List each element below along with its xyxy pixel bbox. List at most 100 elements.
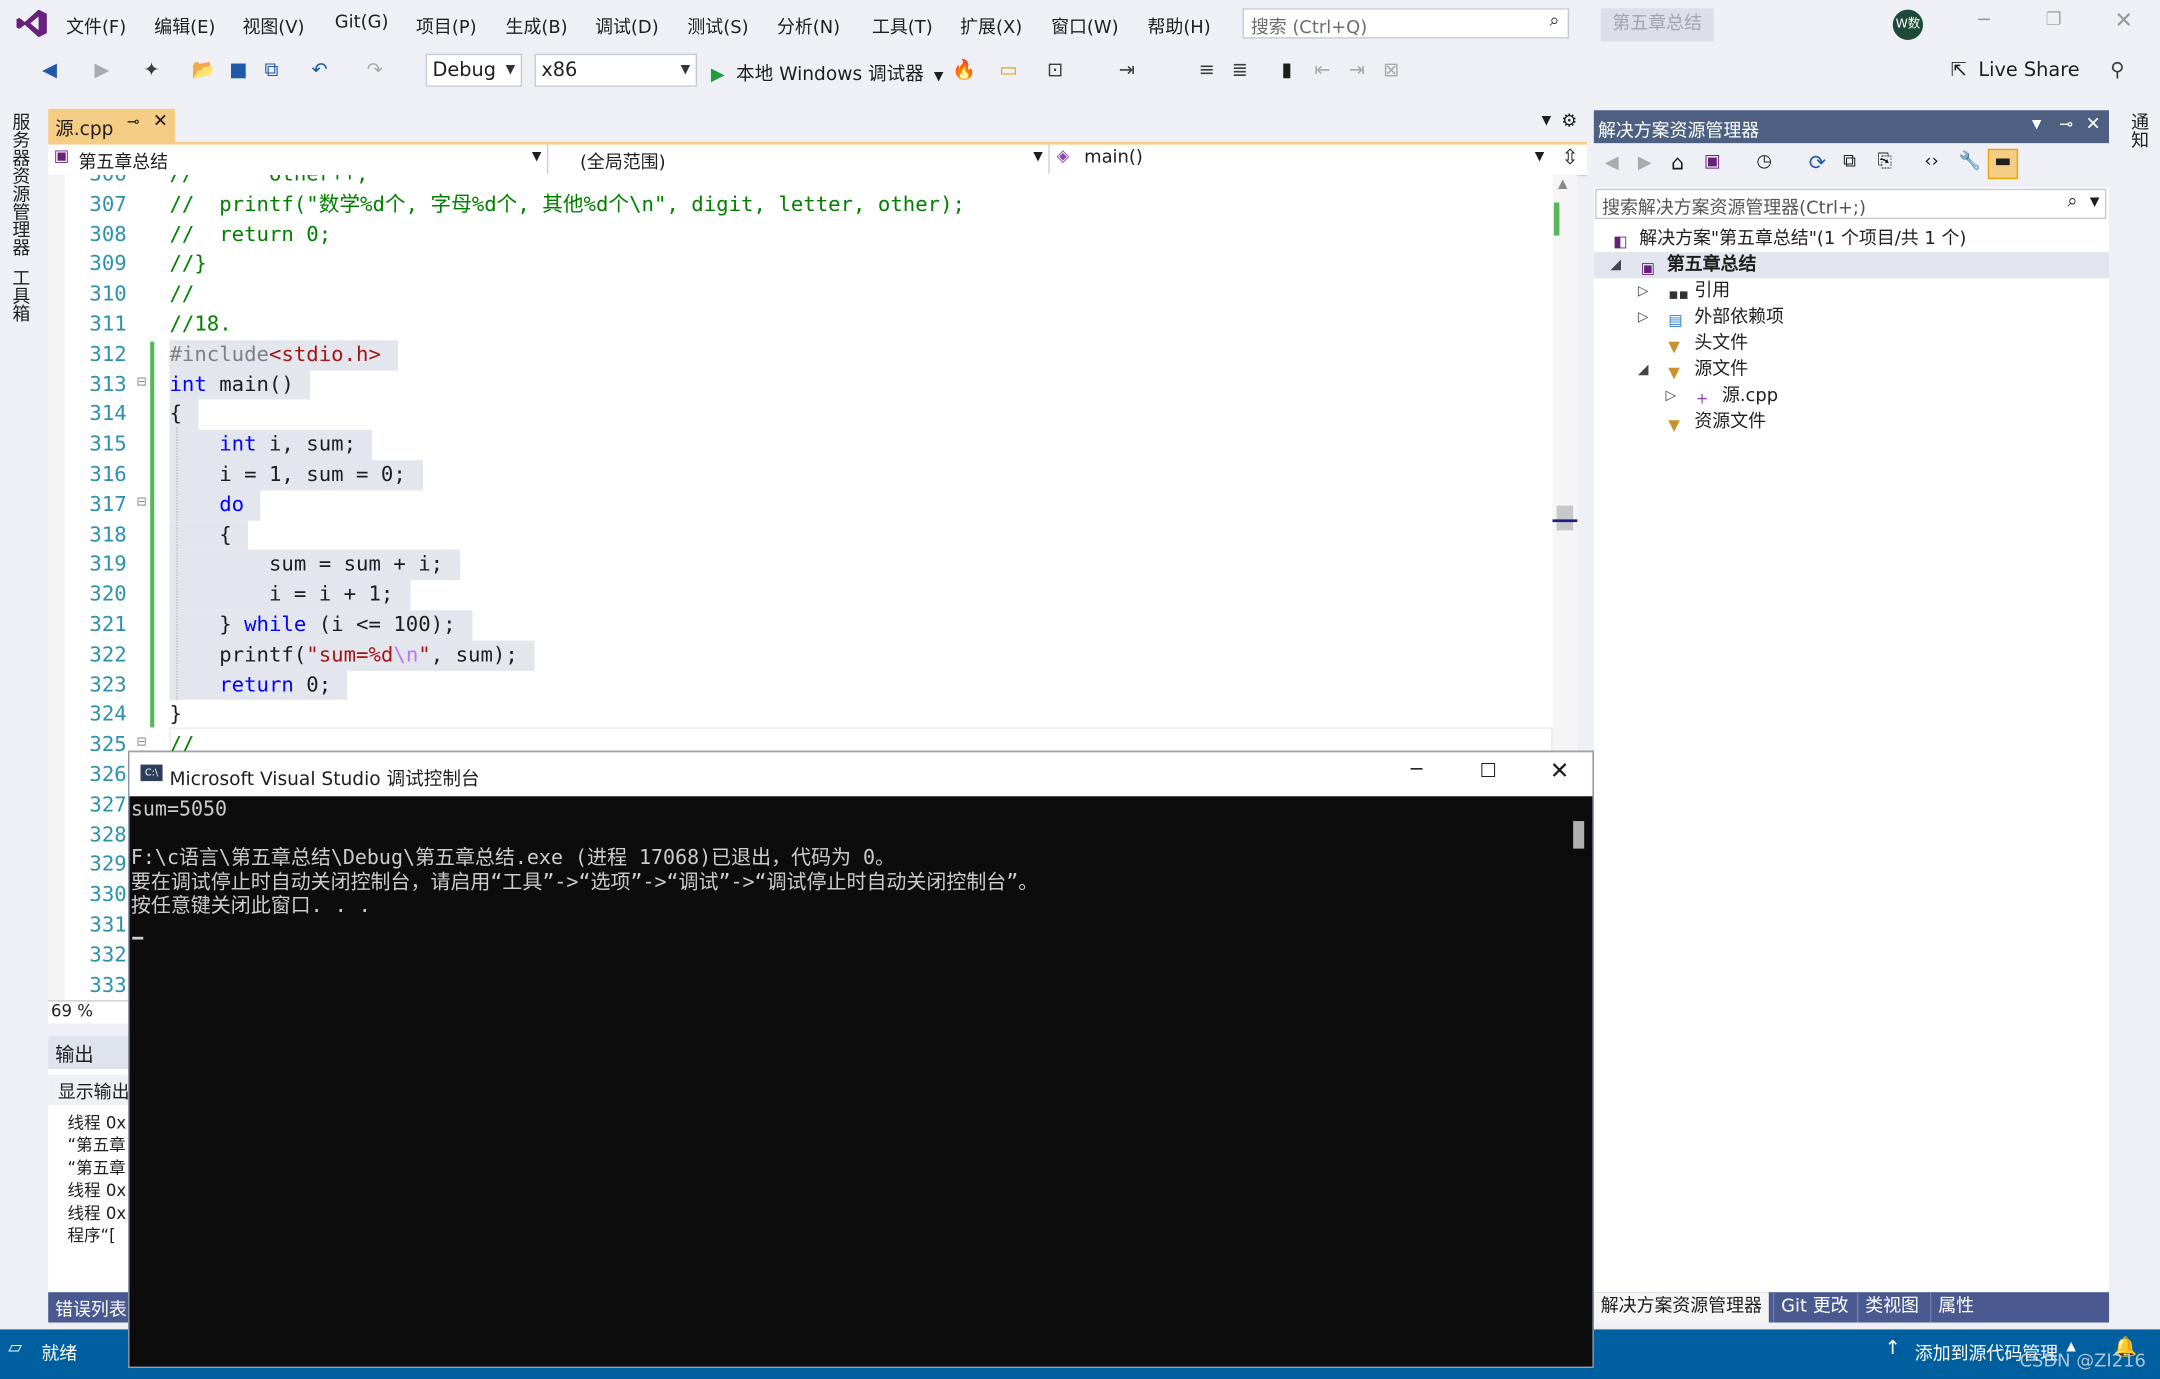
tab-dropdown-icon[interactable]: ▼	[1542, 114, 1552, 128]
fold-toggle-icon[interactable]: ⊟	[136, 376, 146, 390]
code-line[interactable]: {	[169, 520, 249, 551]
code-line[interactable]: //	[169, 280, 194, 310]
tree-item[interactable]: ▷ + 源.cpp	[1594, 383, 2109, 409]
menu-item[interactable]: Git(G)	[335, 12, 389, 33]
preview-icon[interactable]: ▬	[1987, 148, 2019, 180]
back-icon[interactable]: ◀	[1605, 153, 1619, 174]
uncomment-icon[interactable]: ≣	[1226, 56, 1254, 84]
close-icon[interactable]: ✕	[2115, 7, 2133, 33]
chevron-down-icon[interactable]: ▼	[2032, 118, 2042, 132]
feedback-icon[interactable]: ⚲	[2104, 56, 2132, 84]
menu-item[interactable]: 工具(T)	[872, 12, 933, 39]
code-line[interactable]: return 0;	[169, 670, 348, 701]
tree-item[interactable]: ◢ ▼ 源文件	[1594, 357, 2109, 383]
menu-item[interactable]: 调试(D)	[595, 12, 659, 39]
screenshot-icon[interactable]: ⊡	[1041, 56, 1069, 84]
code-line[interactable]: //}	[169, 250, 206, 280]
collapse-arrow-icon[interactable]: ◢	[1638, 357, 1649, 383]
next-bookmark-icon[interactable]: ⇥	[1343, 56, 1371, 84]
menu-item[interactable]: 测试(S)	[687, 12, 748, 39]
code-line[interactable]: // other++;	[169, 175, 368, 190]
step-icon[interactable]: ⇥	[1113, 56, 1141, 84]
forward-icon[interactable]: ▶	[88, 56, 116, 84]
redo-icon[interactable]: ↷	[361, 56, 389, 84]
tree-item[interactable]: ▷ ▤ 外部依赖项	[1594, 304, 2109, 330]
expand-arrow-icon[interactable]: ▷	[1638, 278, 1649, 304]
maximize-icon[interactable]: ☐	[1479, 760, 1496, 782]
menu-item[interactable]: 窗口(W)	[1051, 12, 1118, 39]
console-scroll-thumb[interactable]	[1573, 821, 1585, 849]
scroll-thumb[interactable]	[1556, 505, 1574, 531]
menu-item[interactable]: 文件(F)	[66, 12, 126, 39]
code-line[interactable]: sum = sum + i;	[169, 550, 460, 581]
prev-bookmark-icon[interactable]: ⇤	[1309, 56, 1337, 84]
back-icon[interactable]: ◀	[36, 56, 64, 84]
menu-item[interactable]: 项目(P)	[416, 12, 477, 39]
tab-settings-icon[interactable]: ⚙	[1561, 112, 1577, 133]
code-line[interactable]: do	[169, 490, 261, 521]
collapse-arrow-icon[interactable]: ◢	[1610, 252, 1621, 278]
hot-reload-icon[interactable]: 🔥	[951, 56, 979, 84]
expand-arrow-icon[interactable]: ▷	[1665, 383, 1676, 409]
notifications-tab[interactable]: 通知	[2126, 113, 2151, 149]
menu-item[interactable]: 生成(B)	[506, 12, 568, 39]
code-line[interactable]: int i, sum;	[169, 430, 373, 461]
view-code-icon[interactable]: ‹›	[1924, 152, 1938, 173]
minimize-icon[interactable]: ─	[1978, 10, 1990, 32]
code-line[interactable]: #include<stdio.h>	[169, 339, 398, 371]
undo-icon[interactable]: ↶	[306, 56, 334, 84]
nav-project-dropdown[interactable]: ▣ 第五章总结 ▼	[48, 144, 549, 174]
tab-source-cpp[interactable]: 源.cpp ⊸ ✕	[48, 108, 175, 142]
menu-item[interactable]: 编辑(E)	[154, 12, 215, 39]
save-icon[interactable]: ■	[225, 56, 253, 84]
expand-arrow-icon[interactable]: ▷	[1638, 304, 1649, 330]
tree-item[interactable]: ◢ ▣ 第五章总结	[1593, 252, 2110, 279]
split-icon[interactable]: ⇳	[1561, 145, 1578, 170]
config-dropdown[interactable]: Debug ▼	[425, 53, 523, 87]
code-line[interactable]: } while (i <= 100);	[169, 610, 473, 641]
menu-item[interactable]: 分析(N)	[777, 12, 840, 39]
tree-item[interactable]: ▷ ▪▪ 引用	[1594, 278, 2109, 304]
comment-icon[interactable]: ≡	[1193, 56, 1221, 84]
menu-item[interactable]: 扩展(X)	[960, 12, 1022, 39]
fold-toggle-icon[interactable]: ⊟	[136, 736, 146, 750]
home-icon[interactable]: ⌂	[1671, 150, 1684, 175]
tree-item[interactable]: ◧ 解决方案"第五章总结"(1 个项目/共 1 个)	[1594, 226, 2109, 252]
user-avatar[interactable]: W数	[1892, 9, 1924, 40]
code-line[interactable]: //18.	[169, 310, 231, 340]
code-line[interactable]: // return 0;	[169, 220, 331, 250]
error-list-tab[interactable]: 错误列表	[55, 1295, 127, 1321]
code-line[interactable]: printf("sum=%d\n", sum);	[169, 640, 535, 671]
properties-icon[interactable]: 🔧	[1959, 152, 1981, 173]
switch-views-icon[interactable]: ▣	[1704, 152, 1721, 173]
open-file-icon[interactable]: 📂	[190, 56, 218, 84]
minimize-icon[interactable]: ─	[1411, 759, 1423, 781]
tree-item[interactable]: ▼ 头文件	[1594, 331, 2109, 357]
refresh-icon[interactable]: ⟳	[1809, 150, 1826, 175]
pin-icon[interactable]: ⊸	[2059, 114, 2073, 133]
bookmark-icon[interactable]: ▮	[1273, 56, 1301, 84]
bottom-tab[interactable]: Git 更改	[1772, 1292, 1856, 1323]
code-line[interactable]: // printf("数学%d个, 字母%d个, 其他%d个\n", digit…	[169, 190, 965, 220]
code-line[interactable]: i = i + 1;	[169, 580, 410, 611]
zoom-level[interactable]: 69 %	[51, 1002, 93, 1021]
live-share-button[interactable]: ⇱ Live Share	[1951, 59, 2080, 81]
menu-item[interactable]: 视图(V)	[242, 12, 304, 39]
find-in-files-icon[interactable]: ▭	[995, 56, 1023, 84]
console-output[interactable]: sum=5050 F:\c语言\第五章总结\Debug\第五章总结.exe (进程…	[129, 799, 1562, 1361]
forward-icon[interactable]: ▶	[1638, 153, 1652, 174]
scroll-up-icon[interactable]: ▲	[1558, 178, 1568, 192]
search-box[interactable]: 搜索 (Ctrl+Q) ⌕	[1242, 8, 1570, 39]
save-all-icon[interactable]: ⧉	[258, 56, 286, 84]
show-all-files-icon[interactable]: ⎘	[1878, 152, 1892, 173]
nav-scope-dropdown[interactable]: (全局范围) ▼	[550, 144, 1050, 174]
bottom-tab[interactable]: 解决方案资源管理器	[1593, 1292, 1769, 1323]
pin-icon[interactable]: ⊸	[127, 113, 140, 131]
collapse-all-icon[interactable]: ⧉	[1843, 152, 1856, 173]
pending-changes-icon[interactable]: ◷	[1756, 152, 1772, 173]
code-line[interactable]: {	[169, 400, 199, 431]
code-line[interactable]: int main()	[169, 370, 311, 401]
tree-item[interactable]: ▼ 资源文件	[1594, 409, 2109, 435]
bottom-tab[interactable]: 类视图	[1856, 1292, 1926, 1323]
clear-bookmarks-icon[interactable]: ⊠	[1378, 56, 1406, 84]
